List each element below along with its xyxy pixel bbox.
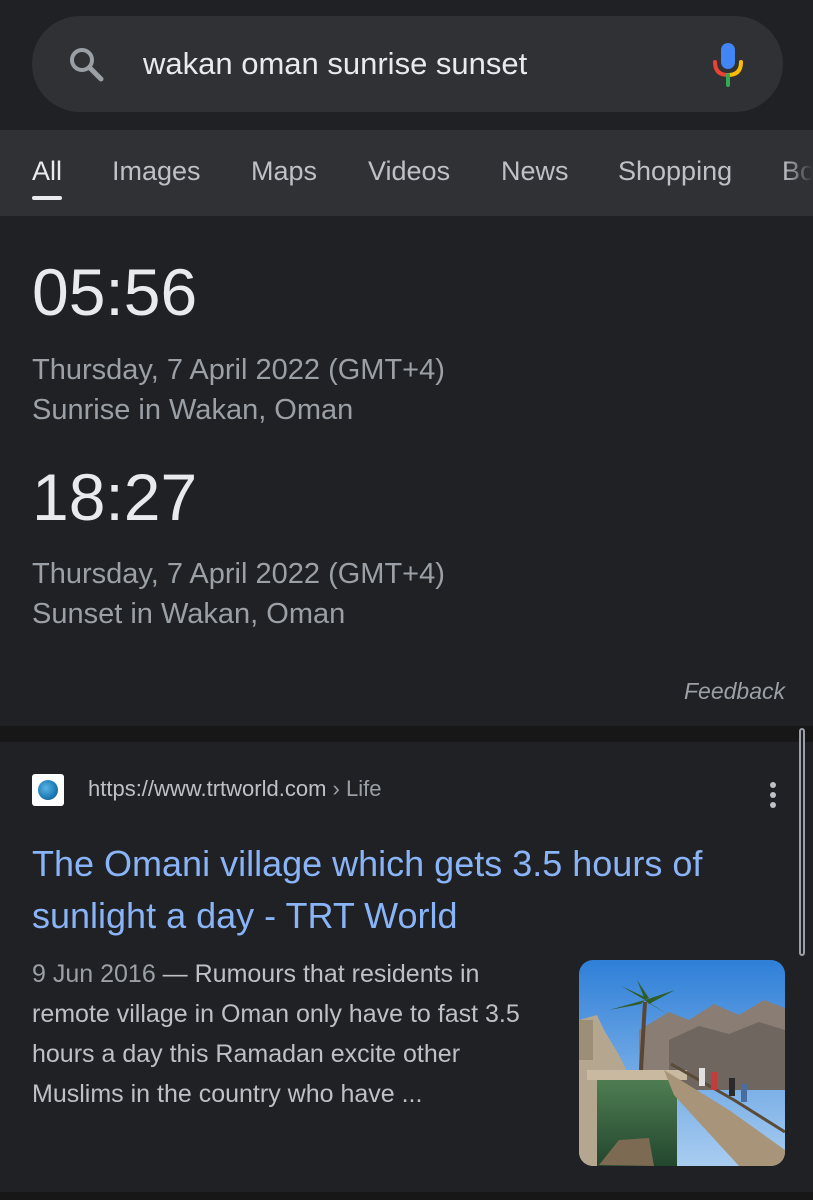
tab-shopping[interactable]: Shopping [618, 130, 732, 216]
tab-images[interactable]: Images [112, 130, 201, 216]
result-date: 9 Jun 2016 [32, 960, 156, 988]
result-thumbnail[interactable] [579, 960, 785, 1166]
tabs-fade [783, 130, 813, 216]
result-title[interactable]: The Omani village which gets 3.5 hours o… [32, 838, 782, 942]
search-icon[interactable] [66, 44, 106, 84]
search-tabs: All Images Maps Videos News Shopping Bo [0, 130, 813, 216]
result-snippet: 9 Jun 2016 — Rumours that residents in r… [32, 954, 552, 1114]
microphone-icon[interactable] [708, 40, 748, 88]
landscape-image [579, 960, 785, 1166]
result-url[interactable]: https://www.trtworld.com › Life [88, 776, 381, 802]
feedback-link[interactable]: Feedback [684, 678, 785, 705]
sunset-date: Thursday, 7 April 2022 (GMT+4) [32, 558, 445, 590]
search-header: wakan oman sunrise sunset [0, 0, 813, 130]
more-options-icon[interactable] [762, 782, 784, 812]
sunrise-caption: Sunrise in Wakan, Oman [32, 394, 354, 426]
sunset-caption: Sunset in Wakan, Oman [32, 598, 346, 630]
result-url-domain[interactable]: https://www.trtworld.com [88, 776, 326, 801]
scrollbar[interactable] [799, 728, 805, 956]
search-input[interactable]: wakan oman sunrise sunset [143, 44, 527, 84]
globe-icon [38, 780, 58, 800]
sunrise-date: Thursday, 7 April 2022 (GMT+4) [32, 354, 445, 386]
sunset-time: 18:27 [32, 460, 198, 534]
sunrise-sunset-card: 05:56 Thursday, 7 April 2022 (GMT+4) Sun… [0, 216, 813, 726]
search-results-page: wakan oman sunrise sunset All Images Map… [0, 0, 813, 1200]
tab-maps[interactable]: Maps [251, 130, 317, 216]
tab-all[interactable]: All [32, 130, 63, 216]
tab-news[interactable]: News [501, 130, 569, 216]
bottom-divider [0, 1192, 813, 1200]
section-divider [0, 726, 813, 742]
result-breadcrumb[interactable]: › Life [333, 776, 382, 801]
sunrise-time: 05:56 [32, 255, 198, 329]
tab-videos[interactable]: Videos [368, 130, 450, 216]
search-result: https://www.trtworld.com › Life The Oman… [0, 742, 813, 1192]
site-favicon [32, 774, 64, 806]
